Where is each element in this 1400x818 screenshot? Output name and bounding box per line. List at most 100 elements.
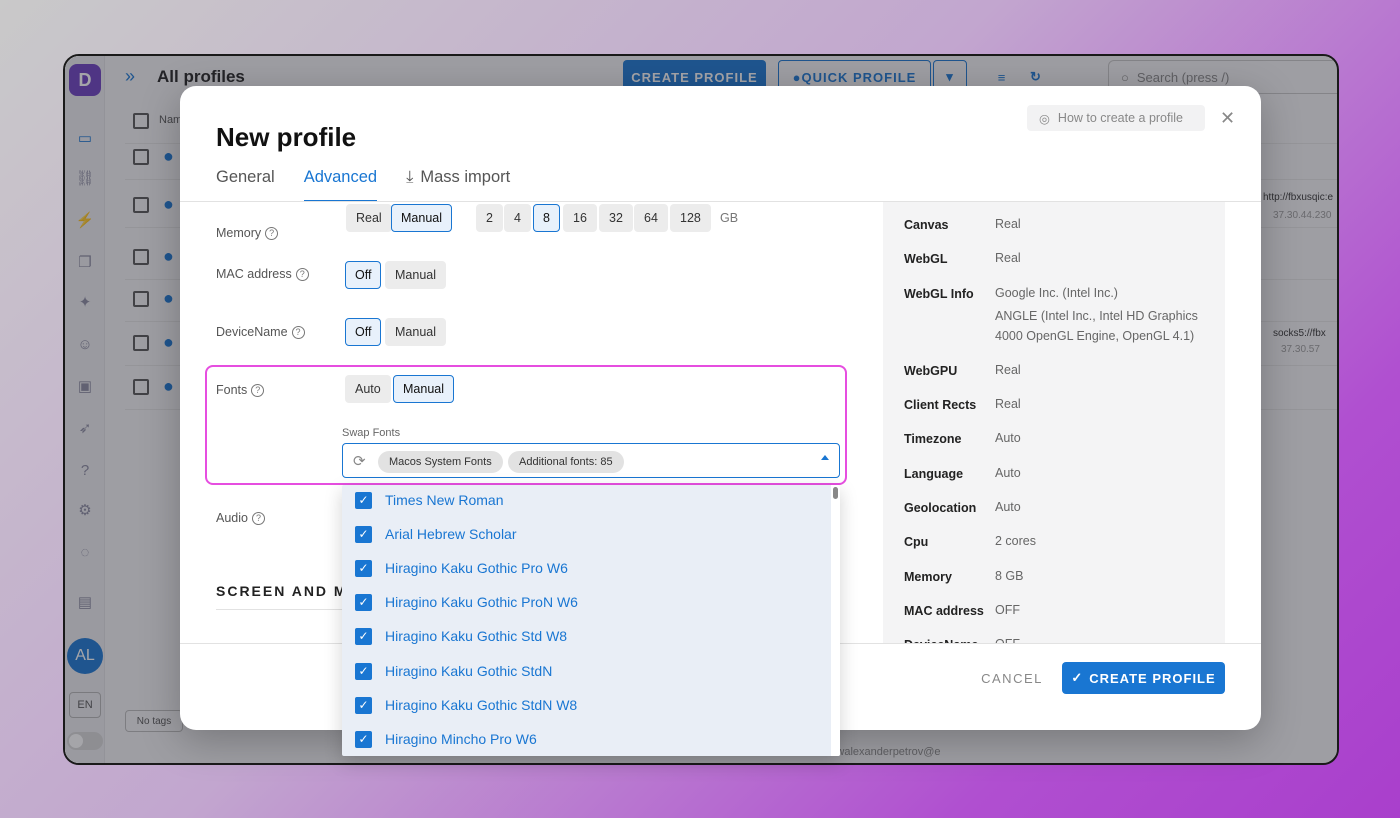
device-name-label: DeviceName?	[216, 325, 305, 339]
audio-label-text: Audio	[216, 511, 248, 525]
close-icon[interactable]: ✕	[1220, 108, 1235, 129]
memory-label: Memory?	[216, 226, 279, 240]
summary-value: 8 GB	[995, 569, 1024, 583]
mac-address-label: MAC address?	[216, 267, 309, 281]
font-option-label: Hiragino Kaku Gothic StdN W8	[385, 697, 578, 713]
font-option[interactable]: ✓ Hiragino Kaku Gothic Std W8	[342, 619, 830, 653]
section-title: SCREEN AND ME	[216, 583, 359, 599]
checkbox-checked-icon[interactable]: ✓	[355, 491, 372, 509]
create-profile-label: CREATE PROFILE	[1089, 670, 1216, 686]
summary-value: Real	[995, 363, 1021, 377]
summary-value: Auto	[995, 466, 1021, 480]
summary-value: Auto	[995, 500, 1021, 514]
font-option[interactable]: ✓ Times New Roman	[342, 485, 830, 517]
summary-value: ANGLE (Intel Inc., Intel HD Graphics 400…	[995, 309, 1198, 343]
summary-key: Client Rects	[904, 398, 977, 412]
tab-general[interactable]: General	[216, 168, 275, 202]
font-option-label: Times New Roman	[385, 492, 504, 508]
memory-size-32[interactable]: 32	[599, 204, 633, 232]
memory-size-16[interactable]: 16	[563, 204, 597, 232]
fonts-label: Fonts?	[216, 383, 265, 397]
help-icon[interactable]: ?	[291, 325, 305, 339]
cancel-button[interactable]: CANCEL	[970, 662, 1054, 694]
summary-value: Real	[995, 251, 1021, 265]
device-name-manual-option[interactable]: Manual	[385, 318, 446, 346]
summary-key: Geolocation	[904, 501, 977, 515]
tab-mass-import-label: Mass import	[420, 168, 511, 186]
profile-summary: Canvas Real WebGL Real WebGL Info Google In…	[883, 202, 1225, 643]
tab-mass-import[interactable]: ⤓ Mass import	[406, 168, 510, 202]
font-option[interactable]: ✓ Hiragino Mincho Pro W6	[342, 722, 830, 756]
help-icon[interactable]: ?	[265, 226, 279, 240]
dropdown-scroll-track[interactable]	[831, 485, 840, 756]
lifebuoy-icon: ◎	[1039, 111, 1050, 126]
device-name-off-option[interactable]: Off	[345, 318, 382, 346]
mac-address-label-text: MAC address	[216, 267, 292, 281]
summary-value: Real	[995, 217, 1021, 231]
summary-value: 2 cores	[995, 534, 1036, 548]
summary-key: Canvas	[904, 218, 949, 232]
font-option[interactable]: ✓ Hiragino Kaku Gothic StdN	[342, 654, 830, 688]
font-option-label: Hiragino Mincho Pro W6	[385, 731, 537, 747]
font-option-label: Arial Hebrew Scholar	[385, 526, 517, 542]
download-icon: ⤓	[406, 168, 414, 186]
memory-label-text: Memory	[216, 226, 262, 240]
font-chip[interactable]: Macos System Fonts	[378, 451, 503, 473]
modal-title: New profile	[216, 122, 357, 152]
font-option[interactable]: ✓ Hiragino Kaku Gothic StdN W8	[342, 688, 830, 722]
sync-icon[interactable]: ⟳	[353, 452, 366, 470]
checkbox-checked-icon[interactable]: ✓	[355, 593, 372, 611]
font-option[interactable]: ✓ Hiragino Kaku Gothic Pro W6	[342, 551, 830, 585]
tab-bar: General Advanced ⤓ Mass import	[216, 168, 510, 202]
summary-value: Auto	[995, 431, 1021, 445]
font-option-label: Hiragino Kaku Gothic Pro W6	[385, 560, 568, 576]
font-option[interactable]: ✓ Arial Hebrew Scholar	[342, 517, 830, 551]
check-icon: ✓	[1071, 670, 1084, 685]
checkbox-checked-icon[interactable]: ✓	[355, 627, 372, 645]
summary-key: WebGL	[904, 252, 948, 266]
summary-key: MAC address	[904, 604, 984, 618]
checkbox-checked-icon[interactable]: ✓	[355, 662, 372, 680]
create-profile-button[interactable]: ✓ CREATE PROFILE	[1062, 662, 1225, 694]
fonts-auto-option[interactable]: Auto	[345, 375, 391, 403]
caret-up-icon[interactable]	[821, 455, 829, 460]
checkbox-checked-icon[interactable]: ✓	[355, 525, 372, 543]
memory-size-4[interactable]: 4	[504, 204, 531, 232]
memory-manual-option[interactable]: Manual	[391, 204, 452, 232]
font-option-label: Hiragino Kaku Gothic StdN	[385, 663, 553, 679]
fonts-dropdown[interactable]: ✓ Times New Roman ✓ Arial Hebrew Scholar ✓…	[342, 485, 840, 756]
help-icon[interactable]: ?	[295, 267, 309, 281]
memory-size-128[interactable]: 128	[670, 204, 711, 232]
font-chip[interactable]: Additional fonts: 85	[508, 451, 624, 473]
swap-fonts-label: Swap Fonts	[342, 427, 401, 439]
checkbox-checked-icon[interactable]: ✓	[355, 696, 372, 714]
summary-key: WebGPU	[904, 364, 958, 378]
device-name-label-text: DeviceName	[216, 325, 288, 339]
memory-real-option[interactable]: Real	[346, 204, 392, 232]
summary-value: Real	[995, 397, 1021, 411]
mac-off-option[interactable]: Off	[345, 261, 382, 289]
fonts-manual-option[interactable]: Manual	[393, 375, 454, 403]
help-icon[interactable]: ?	[251, 383, 265, 397]
font-option[interactable]: ✓ Hiragino Kaku Gothic ProN W6	[342, 585, 830, 619]
dropdown-scrollbar[interactable]	[833, 487, 838, 499]
summary-key: Cpu	[904, 535, 929, 549]
summary-value: OFF	[995, 634, 1210, 643]
summary-value: OFF	[995, 603, 1020, 617]
summary-key: Memory	[904, 570, 952, 584]
audio-label: Audio?	[216, 511, 265, 525]
help-link[interactable]: ◎ How to create a profile	[1027, 105, 1205, 131]
summary-value: Google Inc. (Intel Inc.)	[995, 286, 1118, 300]
memory-size-8[interactable]: 8	[533, 204, 560, 232]
memory-size-64[interactable]: 64	[634, 204, 668, 232]
font-option-label: Hiragino Kaku Gothic ProN W6	[385, 594, 578, 610]
help-link-label: How to create a profile	[1057, 111, 1183, 125]
checkbox-checked-icon[interactable]: ✓	[355, 559, 372, 577]
help-icon[interactable]: ?	[251, 511, 265, 525]
mac-manual-option[interactable]: Manual	[385, 261, 446, 289]
checkbox-checked-icon[interactable]: ✓	[355, 730, 372, 748]
summary-key: WebGL Info	[904, 287, 974, 301]
tab-advanced[interactable]: Advanced	[303, 168, 378, 202]
memory-size-2[interactable]: 2	[476, 204, 503, 232]
swap-fonts-select[interactable]: ⟳ Macos System Fonts Additional fonts: 8…	[342, 443, 840, 478]
